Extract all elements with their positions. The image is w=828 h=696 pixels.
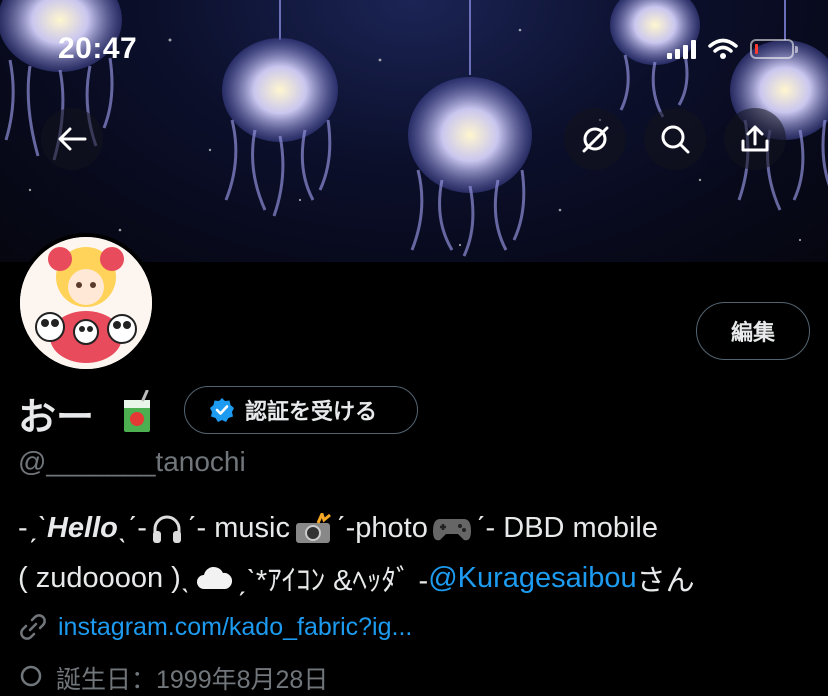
bio-text: ˊ- music xyxy=(186,512,290,544)
bio-text: ˏˋ*ｱｲｺﾝ &ﾍｯﾀﾞ - xyxy=(236,565,429,597)
avatar[interactable] xyxy=(16,233,156,373)
bio-text: Hello xyxy=(46,512,118,544)
game-controller-icon xyxy=(432,518,471,540)
grok-icon xyxy=(582,126,609,153)
balloon-icon xyxy=(20,665,42,687)
status-icons xyxy=(667,38,798,60)
bio-text: さん xyxy=(636,565,695,597)
edit-profile-button[interactable]: 編集 xyxy=(696,302,810,360)
birthday-row: 誕生日：1999年8月28日 xyxy=(18,660,328,696)
back-arrow-icon xyxy=(58,127,87,151)
status-bar: 20:47 xyxy=(0,0,828,100)
profile-link-row[interactable]: instagram.com/kado_fabric?ig... xyxy=(18,612,412,642)
bio-line-2: ( zudoooon )ˎ ˏˋ*ｱｲｺﾝ &ﾍｯﾀﾞ - @Kuragesai… xyxy=(18,557,695,599)
juice-box-icon xyxy=(124,390,150,432)
mention-link[interactable]: @Kuragesaibou xyxy=(428,562,636,595)
search-button[interactable] xyxy=(644,108,706,170)
get-verified-label: 認証を受ける xyxy=(245,399,378,424)
camera-flash-icon xyxy=(295,512,331,543)
profile-link[interactable]: instagram.com/kado_fabric?ig... xyxy=(58,613,412,642)
username-handle: @_______tanochi xyxy=(18,446,246,477)
headphones-icon xyxy=(152,515,181,543)
link-icon xyxy=(20,614,46,640)
bio-text: -ˏˋ xyxy=(18,512,47,544)
bio-text: ( zudoooon )ˎ xyxy=(18,561,191,594)
bio-line-1: -ˏˋ Hello ˎˊ- ˊ- music ˊ-photo ˊ- DBD mo… xyxy=(18,512,658,545)
status-time: 20:47 xyxy=(58,32,138,65)
wifi-icon xyxy=(708,38,738,59)
bio-text: ˊ-photo xyxy=(335,512,428,544)
bio-text: ˎˊ- xyxy=(117,512,147,544)
verified-badge-icon xyxy=(210,398,234,422)
share-icon xyxy=(741,125,769,152)
bio-text: ˊ- DBD mobile xyxy=(475,512,658,544)
search-icon xyxy=(661,125,690,154)
cellular-signal-icon xyxy=(667,39,696,59)
cloud-icon xyxy=(196,566,232,589)
get-verified-button[interactable]: 認証を受ける xyxy=(184,386,418,434)
birthday-text: 誕生日：1999年8月28日 xyxy=(56,666,329,694)
share-button[interactable] xyxy=(724,108,786,170)
back-button[interactable] xyxy=(41,108,103,170)
grok-button[interactable] xyxy=(564,108,626,170)
avatar-illustration xyxy=(20,237,152,369)
display-name: おー xyxy=(18,397,95,439)
battery-icon xyxy=(750,39,798,59)
